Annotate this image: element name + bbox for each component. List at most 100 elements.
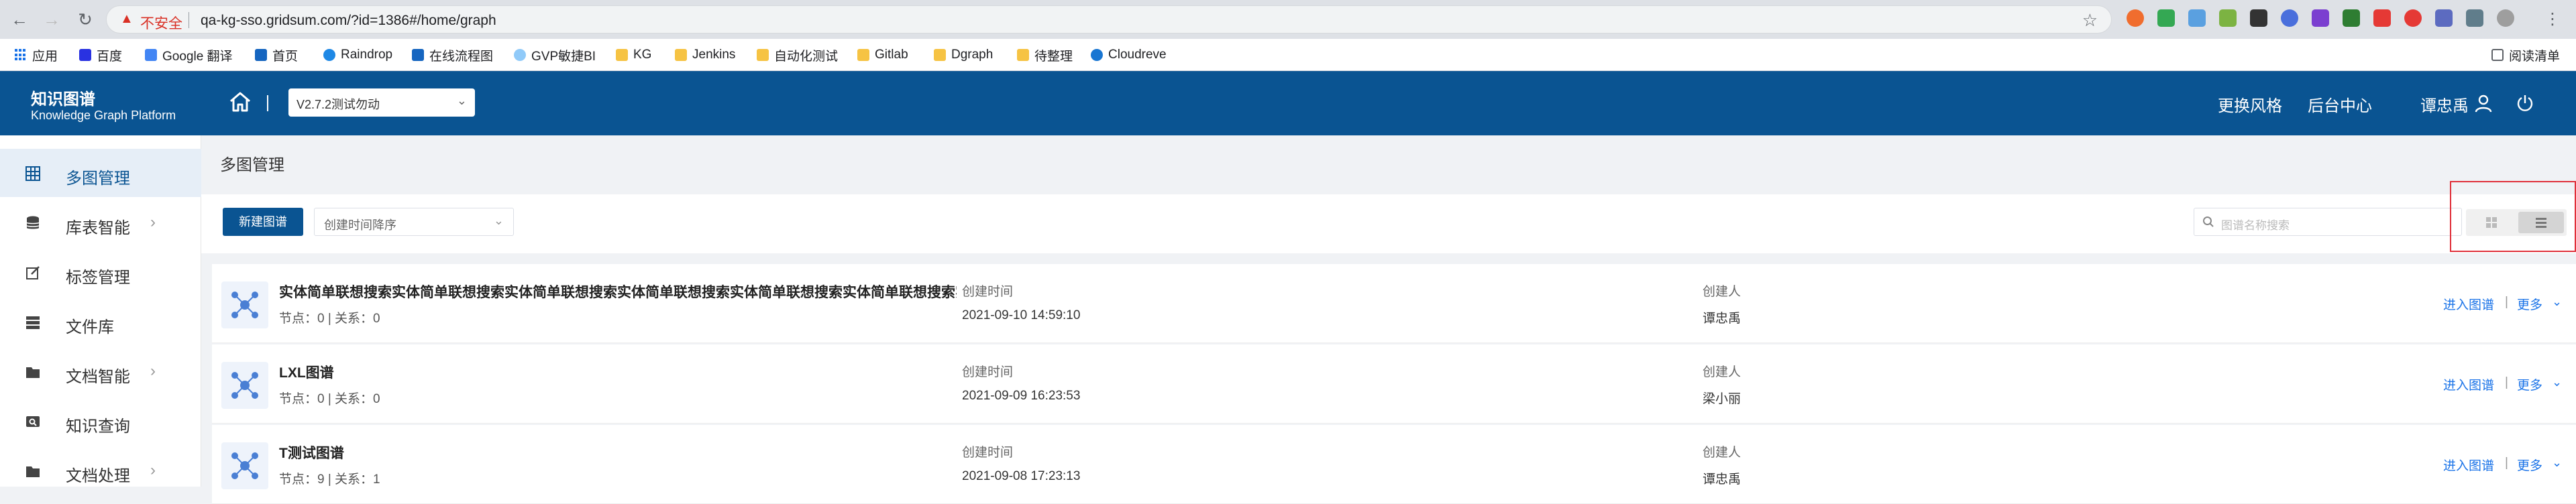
- creator-value: 梁小丽: [1703, 392, 1741, 406]
- graph-name[interactable]: LXL图谱: [279, 362, 334, 382]
- created-time-label: 创建时间: [962, 446, 1014, 460]
- extension-icon[interactable]: [2219, 9, 2237, 27]
- folder-icon: [757, 49, 769, 61]
- sidebar-item-label: 文件库: [66, 318, 114, 336]
- graph-search-input[interactable]: 图谱名称搜索: [2194, 208, 2462, 236]
- folder-icon: [857, 49, 869, 61]
- menu-dots-icon[interactable]: ⋮: [2542, 9, 2563, 29]
- chevron-down-icon[interactable]: ⌄: [2552, 375, 2562, 389]
- graph-row: 实体简单联想搜索实体简单联想搜索实体简单联想搜索实体简单联想搜索实体简单联想搜索…: [212, 264, 2576, 343]
- graph-stats: 节点：0 | 关系：0: [279, 392, 380, 406]
- folder-icon: [934, 49, 946, 61]
- user-icon[interactable]: [2474, 94, 2493, 113]
- profile-avatar-icon[interactable]: [2497, 9, 2514, 27]
- puzzle-icon[interactable]: [2466, 9, 2483, 27]
- sidebar-item-doc-processing[interactable]: 文档处理 ›: [0, 446, 201, 495]
- reading-list[interactable]: 阅读清单: [2491, 46, 2560, 64]
- forward-icon[interactable]: →: [42, 9, 62, 29]
- bookmark-baidu[interactable]: 百度: [79, 46, 122, 64]
- extension-icon[interactable]: [2373, 9, 2391, 27]
- created-time-label: 创建时间: [962, 365, 1014, 379]
- list-toolbar: 新建图谱 创建时间降序 ⌄ 图谱名称搜索: [201, 194, 2576, 253]
- enter-graph-link[interactable]: 进入图谱: [2443, 295, 2494, 313]
- new-graph-button[interactable]: 新建图谱: [223, 208, 303, 236]
- sidebar-item-multi-graph[interactable]: 多图管理: [0, 149, 201, 197]
- extension-icon[interactable]: [2281, 9, 2298, 27]
- sidebar-item-label: 库表智能: [66, 219, 130, 237]
- cloudreve-icon: [1091, 49, 1103, 61]
- graph-network-icon: [221, 362, 268, 409]
- app-header: 知识图谱 Knowledge Graph Platform V2.7.2测试勿动…: [0, 71, 2576, 135]
- logout-icon[interactable]: [2516, 94, 2534, 113]
- sidebar-item-tag-management[interactable]: 标签管理: [0, 248, 201, 296]
- enter-graph-link[interactable]: 进入图谱: [2443, 456, 2494, 474]
- change-theme-link[interactable]: 更换风格: [2218, 92, 2282, 116]
- back-icon[interactable]: ←: [9, 9, 30, 29]
- url-text[interactable]: qa-kg-sso.gridsum.com/?id=1386#/home/gra…: [201, 13, 496, 29]
- sidebar-item-knowledge-query[interactable]: 知识查询: [0, 397, 201, 445]
- reload-icon[interactable]: ↻: [75, 9, 95, 29]
- brand-subtitle: Knowledge Graph Platform: [31, 109, 176, 122]
- bookmark-flowchart[interactable]: 在线流程图: [412, 46, 493, 64]
- extension-icon[interactable]: [2250, 9, 2267, 27]
- more-link[interactable]: 更多: [2517, 295, 2542, 313]
- home-icon[interactable]: [227, 88, 254, 115]
- extension-icon[interactable]: [2312, 9, 2329, 27]
- extension-icon[interactable]: [2404, 9, 2422, 27]
- graph-name[interactable]: T测试图谱: [279, 442, 344, 462]
- more-link[interactable]: 更多: [2517, 456, 2542, 474]
- bookmark-todo[interactable]: 待整理: [1017, 46, 1073, 64]
- sidebar-item-label: 知识查询: [66, 418, 130, 436]
- extension-icon[interactable]: [2127, 9, 2144, 27]
- page-title: 多图管理: [220, 156, 284, 174]
- search-icon: [2203, 216, 2214, 227]
- sidebar-item-file-library[interactable]: 文件库: [0, 298, 201, 346]
- sidebar-item-doc-intelligence[interactable]: 文档智能 ›: [0, 347, 201, 395]
- insecure-label: 不安全: [140, 16, 182, 32]
- admin-center-link[interactable]: 后台中心: [2308, 92, 2372, 116]
- graph-name[interactable]: 实体简单联想搜索实体简单联想搜索实体简单联想搜索实体简单联想搜索实体简单联想搜索…: [279, 281, 957, 302]
- chevron-down-icon[interactable]: ⌄: [2552, 295, 2562, 309]
- version-select[interactable]: V2.7.2测试勿动 ⌄: [288, 88, 475, 117]
- folder-icon: [24, 363, 42, 381]
- bookmark-raindrop[interactable]: Raindrop: [323, 46, 392, 64]
- bookmark-kg[interactable]: KG: [616, 46, 651, 64]
- chevron-right-icon: ›: [150, 213, 156, 231]
- sidebar-item-table-intelligence[interactable]: 库表智能 ›: [0, 198, 201, 247]
- bookmark-home[interactable]: 首页: [255, 46, 298, 64]
- extension-icon[interactable]: [2188, 9, 2206, 27]
- edit-icon: [24, 264, 42, 281]
- sidebar-item-label: 标签管理: [66, 269, 130, 287]
- bookmark-apps[interactable]: 应用: [15, 46, 58, 64]
- graph-network-icon: [221, 281, 268, 328]
- extension-icon[interactable]: [2343, 9, 2360, 27]
- extension-icon[interactable]: [2157, 9, 2175, 27]
- sidebar-item-label: 文档智能: [66, 368, 130, 386]
- sort-select[interactable]: 创建时间降序 ⌄: [314, 208, 514, 236]
- bookmark-autotest[interactable]: 自动化测试: [757, 46, 838, 64]
- bookmark-google-translate[interactable]: Google 翻译: [145, 46, 233, 64]
- chevron-down-icon: ⌄: [493, 214, 504, 227]
- extension-icon[interactable]: [2435, 9, 2453, 27]
- user-name[interactable]: 谭忠禹: [2420, 92, 2469, 116]
- graph-network-icon: [221, 442, 268, 489]
- bookmark-dgraph[interactable]: Dgraph: [934, 46, 993, 64]
- bookmark-gitlab[interactable]: Gitlab: [857, 46, 908, 64]
- created-time-label: 创建时间: [962, 285, 1014, 299]
- bookmark-cloudreve[interactable]: Cloudreve: [1091, 46, 1167, 64]
- sidebar-item-label: 多图管理: [66, 170, 130, 188]
- bookmark-gvp[interactable]: GVP敏捷BI: [514, 46, 596, 64]
- chevron-down-icon: ⌄: [456, 94, 467, 107]
- creator-label: 创建人: [1703, 446, 1741, 460]
- search-doc-icon: [24, 413, 42, 430]
- sort-value: 创建时间降序: [324, 218, 396, 232]
- bookmark-star-icon[interactable]: ☆: [2082, 10, 2098, 31]
- chevron-down-icon[interactable]: ⌄: [2552, 456, 2562, 470]
- link-separator: |: [2505, 295, 2508, 309]
- folder-icon: [675, 49, 687, 61]
- more-link[interactable]: 更多: [2517, 375, 2542, 393]
- enter-graph-link[interactable]: 进入图谱: [2443, 375, 2494, 393]
- bookmark-jenkins[interactable]: Jenkins: [675, 46, 735, 64]
- created-time-value: 2021-09-08 17:23:13: [962, 469, 1081, 483]
- address-bar[interactable]: ▲ 不安全 qa-kg-sso.gridsum.com/?id=1386#/ho…: [106, 5, 2112, 34]
